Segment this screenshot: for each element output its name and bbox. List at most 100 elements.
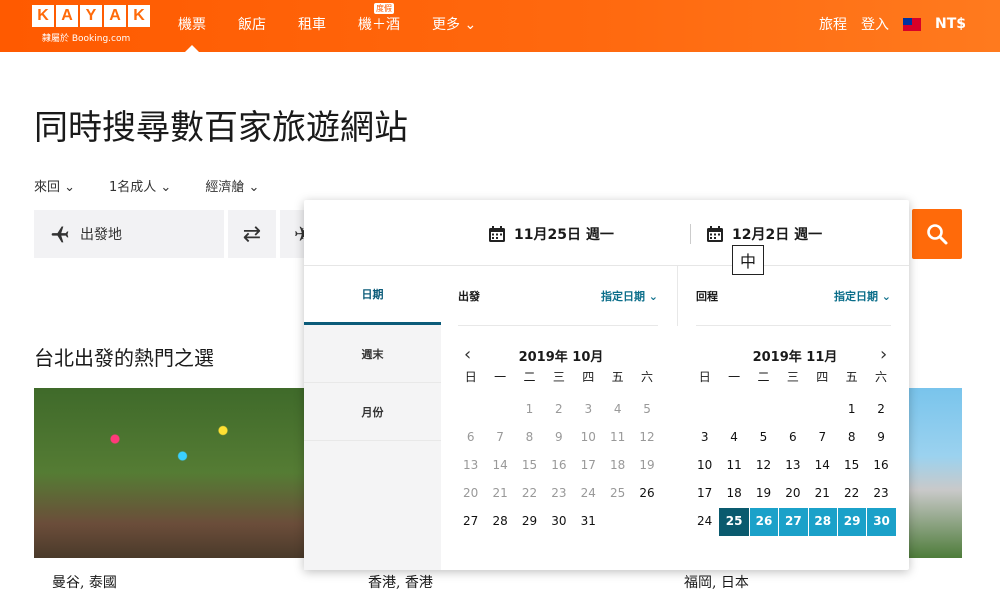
calendar-day[interactable]: 10 — [574, 424, 603, 452]
calendar-day[interactable]: 5 — [749, 424, 778, 452]
cabin-class-dropdown[interactable]: 經濟艙 ⌄ — [205, 176, 259, 195]
calendar-day[interactable]: 16 — [866, 452, 895, 480]
destination-card[interactable] — [908, 388, 962, 589]
calendar-day[interactable]: 11 — [719, 452, 748, 480]
nav-hotels[interactable]: 飯店 — [238, 14, 266, 52]
nav-packages[interactable]: 度假 機＋酒 — [358, 3, 400, 52]
calendar-day[interactable]: 24 — [574, 480, 603, 508]
calendar-day[interactable]: 30 — [866, 508, 896, 536]
return-label: 回程 — [696, 289, 718, 303]
chevron-left-icon[interactable]: ‹ — [464, 344, 471, 365]
calendar-grid: 日一二三四五六 1 2 3 4 5 6 7 8 9 10 11 12 13 14 15 16 17 18 19 20 21… — [690, 368, 900, 536]
kayak-logo[interactable]: KAYAK — [32, 5, 150, 27]
calendar-day[interactable]: 22 — [837, 480, 866, 508]
currency-selector[interactable]: NT$ — [935, 16, 966, 32]
calendar-day[interactable]: 19 — [749, 480, 778, 508]
calendar-day[interactable]: 8 — [837, 424, 866, 452]
calendar-day[interactable]: 17 — [574, 452, 603, 480]
calendar-day[interactable]: 6 — [778, 424, 807, 452]
trip-type-dropdown[interactable]: 來回 ⌄ — [34, 176, 75, 195]
return-flex-dropdown[interactable]: 指定日期 ⌄ — [834, 288, 891, 304]
weekday-label: 六 — [875, 370, 888, 384]
swap-button[interactable]: ⇄ — [228, 210, 276, 258]
calendar-day[interactable]: 27 — [456, 508, 485, 536]
calendar-day[interactable]: 6 — [456, 424, 485, 452]
calendar-day[interactable]: 12 — [632, 424, 661, 452]
tab-dates[interactable]: 日期 — [304, 266, 441, 325]
calendar-day[interactable]: 7 — [808, 424, 837, 452]
calendar-day[interactable]: 31 — [574, 508, 603, 536]
calendar-day[interactable]: 15 — [837, 452, 866, 480]
search-button[interactable] — [912, 209, 962, 259]
calendar-day[interactable]: 20 — [456, 480, 485, 508]
destination-label[interactable]: 香港, 香港 — [368, 572, 433, 592]
calendar-day[interactable]: 4 — [719, 424, 748, 452]
calendar-day[interactable]: 25 — [603, 480, 632, 508]
calendar-day[interactable]: 5 — [632, 396, 661, 424]
depart-date-field[interactable]: 11月25日 週一 — [488, 224, 614, 244]
calendar-day[interactable]: 29 — [836, 508, 867, 536]
calendar-day[interactable]: 21 — [485, 480, 514, 508]
nav-cars[interactable]: 租車 — [298, 14, 326, 52]
nav-flights[interactable]: 機票 — [178, 14, 206, 52]
airplane-icon — [51, 226, 69, 243]
calendar-day[interactable]: 3 — [574, 396, 603, 424]
calendar-day[interactable]: 9 — [866, 424, 895, 452]
calendar-day[interactable]: 18 — [603, 452, 632, 480]
section-title: 台北出發的熱門之選 — [34, 346, 214, 370]
calendar-day[interactable]: 10 — [690, 452, 719, 480]
calendar-day[interactable]: 19 — [632, 452, 661, 480]
calendar-day[interactable]: 7 — [485, 424, 514, 452]
account-nav: 旅程 登入 NT$ — [819, 14, 966, 34]
calendar-day[interactable]: 2 — [544, 396, 573, 424]
calendar-day[interactable]: 23 — [544, 480, 573, 508]
calendar-day[interactable]: 9 — [544, 424, 573, 452]
calendar-day[interactable]: 27 — [778, 508, 808, 536]
calendar-day[interactable]: 1 — [837, 396, 866, 424]
return-date-field[interactable]: 12月2日 週一 — [706, 224, 822, 244]
calendar-day[interactable]: 13 — [456, 452, 485, 480]
calendar-day[interactable]: 28 — [807, 508, 837, 536]
calendar-day[interactable]: 8 — [515, 424, 544, 452]
calendar-day[interactable]: 26 — [632, 480, 661, 508]
login-link[interactable]: 登入 — [861, 14, 889, 34]
tab-weekend[interactable]: 週末 — [304, 325, 441, 383]
calendar-day[interactable]: 12 — [749, 452, 778, 480]
date-mode-sidebar: 日期 週末 月份 — [304, 266, 441, 570]
passengers-dropdown[interactable]: 1名成人 ⌄ — [109, 176, 171, 195]
calendar-day[interactable]: 3 — [690, 424, 719, 452]
calendar-day[interactable]: 29 — [515, 508, 544, 536]
calendar-day[interactable]: 26 — [748, 508, 779, 536]
calendar-day[interactable]: 2 — [866, 396, 895, 424]
destination-label[interactable]: 福岡, 日本 — [684, 572, 749, 592]
calendar-day[interactable]: 11 — [603, 424, 632, 452]
destination-card[interactable]: 曼谷, 泰國 — [34, 388, 304, 591]
logo-letter: A — [56, 5, 78, 27]
calendar-day[interactable]: 28 — [485, 508, 514, 536]
nav-more[interactable]: 更多 ⌄ — [432, 14, 476, 52]
tab-month[interactable]: 月份 — [304, 383, 441, 441]
chevron-right-icon[interactable]: › — [880, 344, 887, 365]
calendar-day[interactable]: 1 — [515, 396, 544, 424]
taiwan-flag-icon[interactable] — [902, 17, 921, 31]
trips-link[interactable]: 旅程 — [819, 14, 847, 34]
calendar-day[interactable]: 18 — [719, 480, 748, 508]
logo-letter: K — [32, 5, 54, 27]
calendar-day[interactable]: 17 — [690, 480, 719, 508]
calendar-day[interactable]: 16 — [544, 452, 573, 480]
calendar-day[interactable]: 14 — [485, 452, 514, 480]
calendar-day[interactable]: 21 — [808, 480, 837, 508]
calendar-day[interactable]: 15 — [515, 452, 544, 480]
calendar-day[interactable]: 14 — [808, 452, 837, 480]
depart-flex-dropdown[interactable]: 指定日期 ⌄ — [601, 288, 658, 304]
calendar-day[interactable]: 13 — [778, 452, 807, 480]
calendar-day[interactable]: 30 — [544, 508, 573, 536]
calendar-day[interactable]: 25 — [719, 508, 749, 536]
origin-input[interactable]: 出發地 — [34, 210, 224, 258]
calendar-day[interactable]: 22 — [515, 480, 544, 508]
logo-letter: K — [128, 5, 150, 27]
calendar-day[interactable]: 23 — [866, 480, 895, 508]
calendar-day[interactable]: 24 — [690, 508, 719, 536]
calendar-day[interactable]: 20 — [778, 480, 807, 508]
calendar-day[interactable]: 4 — [603, 396, 632, 424]
